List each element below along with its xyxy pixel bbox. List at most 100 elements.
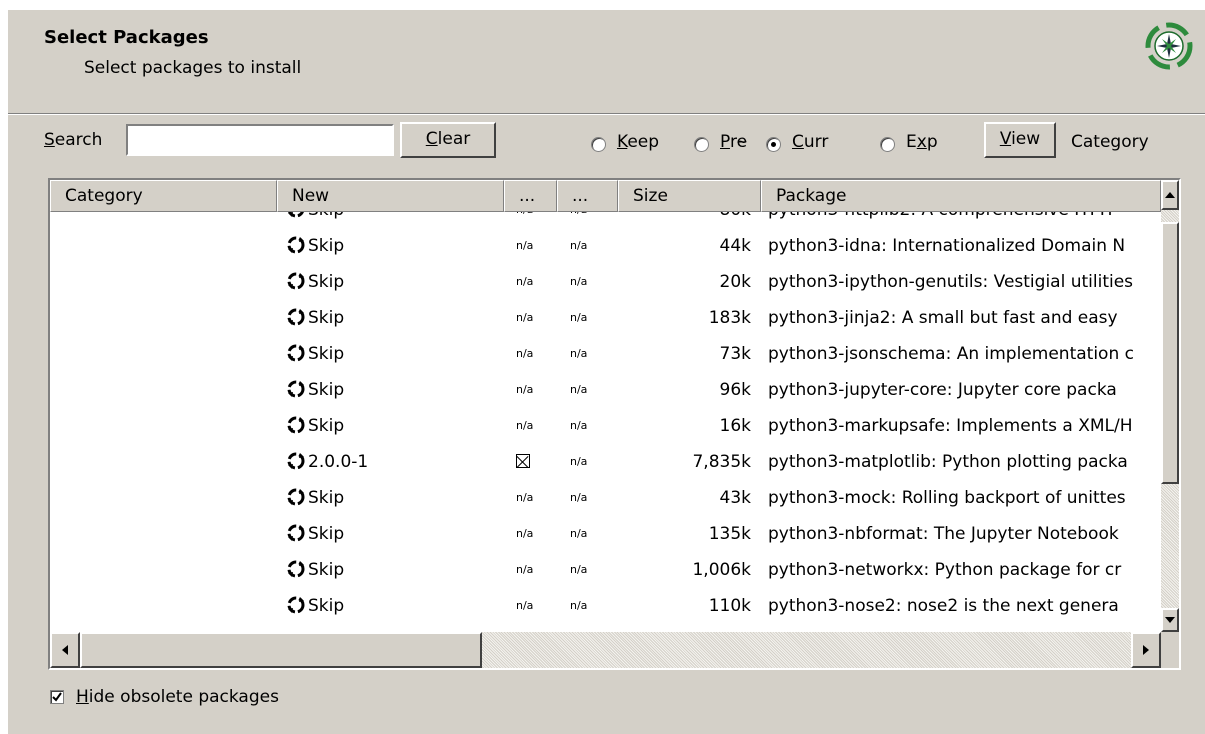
cycle-action-icon[interactable] (286, 520, 306, 542)
page-title: Select Packages (44, 27, 209, 48)
table-row[interactable]: Skip n/a n/a 16k python3-markupsafe: Impleme… (50, 408, 1161, 444)
package-cell: python3-networkx: Python package for cr (768, 560, 1122, 580)
size-cell: 1,006k (692, 560, 751, 580)
table-row[interactable]: Skip n/a n/a 96k python3-jupyter-core: Jupyt… (50, 372, 1161, 408)
source-cell[interactable]: n/a (570, 372, 610, 408)
cycle-action-icon[interactable] (286, 268, 306, 290)
horizontal-scrollbar[interactable] (50, 632, 1161, 668)
source-cell[interactable]: n/a (570, 588, 610, 624)
cycle-action-icon[interactable] (286, 556, 306, 578)
column-header-binary[interactable]: ... (504, 180, 557, 212)
binary-cell[interactable]: n/a (516, 516, 556, 552)
action-cell[interactable]: Skip (286, 264, 506, 300)
action-cell[interactable]: 2.0.0-1 (286, 444, 506, 480)
column-header-size[interactable]: Size (618, 180, 761, 212)
cygwin-logo-icon (1145, 22, 1193, 70)
column-header-source[interactable]: ... (557, 180, 618, 212)
binary-cell[interactable]: n/a (516, 588, 556, 624)
radio-prev[interactable] (694, 137, 709, 152)
arrow-left-icon (62, 645, 68, 655)
binary-cell[interactable]: n/a (516, 300, 556, 336)
cycle-action-icon[interactable] (286, 232, 306, 254)
binary-cell[interactable]: n/a (516, 408, 556, 444)
source-cell[interactable]: n/a (570, 264, 610, 300)
horizontal-scroll-thumb[interactable] (80, 632, 482, 668)
action-label: Skip (308, 416, 345, 436)
action-cell[interactable]: Skip (286, 480, 506, 516)
source-cell[interactable]: n/a (570, 444, 610, 480)
cycle-action-icon[interactable] (286, 592, 306, 614)
binary-cell[interactable]: n/a (516, 264, 556, 300)
view-mode-label: Category (1071, 132, 1149, 152)
column-header-category[interactable]: Category (50, 180, 277, 212)
scroll-down-button[interactable] (1161, 608, 1179, 632)
cycle-action-icon[interactable] (286, 304, 306, 326)
scroll-right-button[interactable] (1131, 632, 1161, 668)
action-cell[interactable]: Skip (286, 212, 506, 228)
source-cell[interactable]: n/a (570, 516, 610, 552)
source-cell[interactable]: n/a (570, 336, 610, 372)
checked-box-icon[interactable] (516, 454, 530, 468)
action-cell[interactable]: Skip (286, 228, 506, 264)
table-row[interactable]: Skip n/a n/a 44k python3-idna: International… (50, 228, 1161, 264)
action-cell[interactable]: Skip (286, 300, 506, 336)
cycle-action-icon[interactable] (286, 412, 306, 434)
action-cell[interactable]: Skip (286, 552, 506, 588)
column-header-package[interactable]: Package (761, 180, 1161, 212)
binary-cell[interactable]: n/a (516, 552, 556, 588)
source-cell[interactable]: n/a (570, 228, 610, 264)
table-row[interactable]: Skip n/a n/a 20k python3-ipython-genutils: V… (50, 264, 1161, 300)
table-row[interactable]: Skip n/a n/a 1,006k python3-networkx: Python… (50, 552, 1161, 588)
action-label: Skip (308, 212, 344, 220)
action-cell[interactable]: Skip (286, 408, 506, 444)
binary-cell[interactable]: n/a (516, 372, 556, 408)
source-cell[interactable]: n/a (570, 480, 610, 516)
binary-cell[interactable]: n/a (516, 212, 556, 228)
view-button[interactable]: View (984, 122, 1056, 158)
vertical-scrollbar[interactable] (1161, 180, 1179, 632)
column-header-new[interactable]: New (277, 180, 504, 212)
scroll-up-button[interactable] (1161, 180, 1179, 210)
binary-checkbox-checked[interactable] (516, 444, 556, 480)
arrow-right-icon (1143, 645, 1149, 655)
radio-curr-label: Curr (792, 132, 829, 152)
package-list[interactable]: Category New ... ... Size Package Skip n/… (48, 178, 1181, 670)
table-row[interactable]: Skip n/a n/a 73k python3-jsonschema: An impl… (50, 336, 1161, 372)
cycle-action-icon[interactable] (286, 484, 306, 506)
table-row[interactable]: Skip n/a n/a 110k python3-nose2: nose2 is th… (50, 588, 1161, 624)
package-cell: python3-httplib2: A comprehensive HTTP (768, 212, 1161, 228)
action-cell[interactable]: Skip (286, 372, 506, 408)
table-row[interactable]: Skip n/a n/a 43k python3-mock: Rolling backp… (50, 480, 1161, 516)
binary-cell[interactable]: n/a (516, 336, 556, 372)
source-cell[interactable]: n/a (570, 552, 610, 588)
hide-obsolete-checkbox[interactable] (50, 690, 64, 704)
cycle-action-icon[interactable] (286, 212, 306, 218)
search-input[interactable] (126, 124, 394, 156)
action-cell[interactable]: Skip (286, 588, 506, 624)
radio-curr[interactable] (766, 137, 781, 152)
source-cell[interactable]: n/a (570, 300, 610, 336)
table-row[interactable]: Skip n/a n/a 183k python3-jinja2: A small bu… (50, 300, 1161, 336)
cycle-action-icon[interactable] (286, 340, 306, 362)
action-cell[interactable]: Skip (286, 336, 506, 372)
scroll-left-button[interactable] (50, 632, 80, 668)
clear-button[interactable]: Clear (400, 122, 496, 158)
source-cell[interactable]: n/a (570, 408, 610, 444)
table-row[interactable]: 2.0.0-1 n/a 7,835k python3-matplotlib: Pyth… (50, 444, 1161, 480)
action-label: 2.0.0-1 (308, 452, 369, 472)
cycle-action-icon[interactable] (286, 376, 306, 398)
radio-exp[interactable] (880, 137, 895, 152)
binary-cell[interactable]: n/a (516, 480, 556, 516)
radio-keep[interactable] (591, 137, 606, 152)
cycle-action-icon[interactable] (286, 448, 306, 470)
vertical-scroll-thumb[interactable] (1161, 222, 1179, 484)
source-cell[interactable]: n/a (570, 212, 610, 228)
table-row[interactable]: Skip n/a n/a 80k python3-httplib2: A compreh… (50, 212, 1161, 228)
table-row[interactable]: Skip n/a n/a 135k python3-nbformat: The Jupy… (50, 516, 1161, 552)
action-cell[interactable]: Skip (286, 516, 506, 552)
action-label: Skip (308, 272, 345, 292)
package-cell: python3-markupsafe: Implements a XML/H (768, 416, 1133, 436)
binary-cell[interactable]: n/a (516, 228, 556, 264)
package-cell: python3-matplotlib: Python plotting pack… (768, 452, 1128, 472)
hide-obsolete-label[interactable]: Hide obsolete packages (76, 687, 279, 707)
